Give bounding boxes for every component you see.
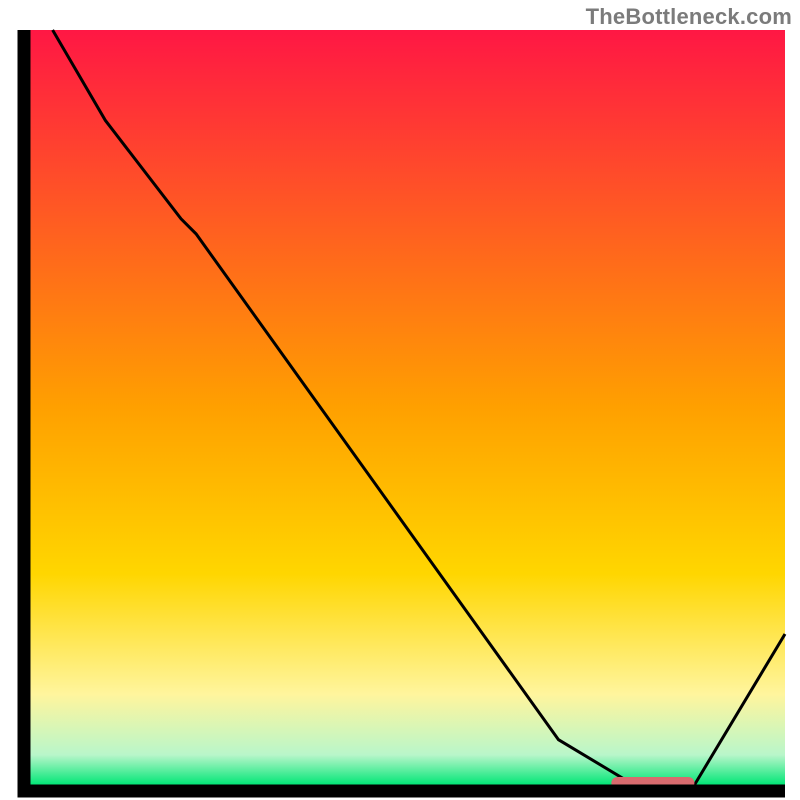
bottleneck-chart bbox=[0, 0, 800, 800]
plot-background bbox=[30, 30, 785, 785]
chart-root: TheBottleneck.com bbox=[0, 0, 800, 800]
